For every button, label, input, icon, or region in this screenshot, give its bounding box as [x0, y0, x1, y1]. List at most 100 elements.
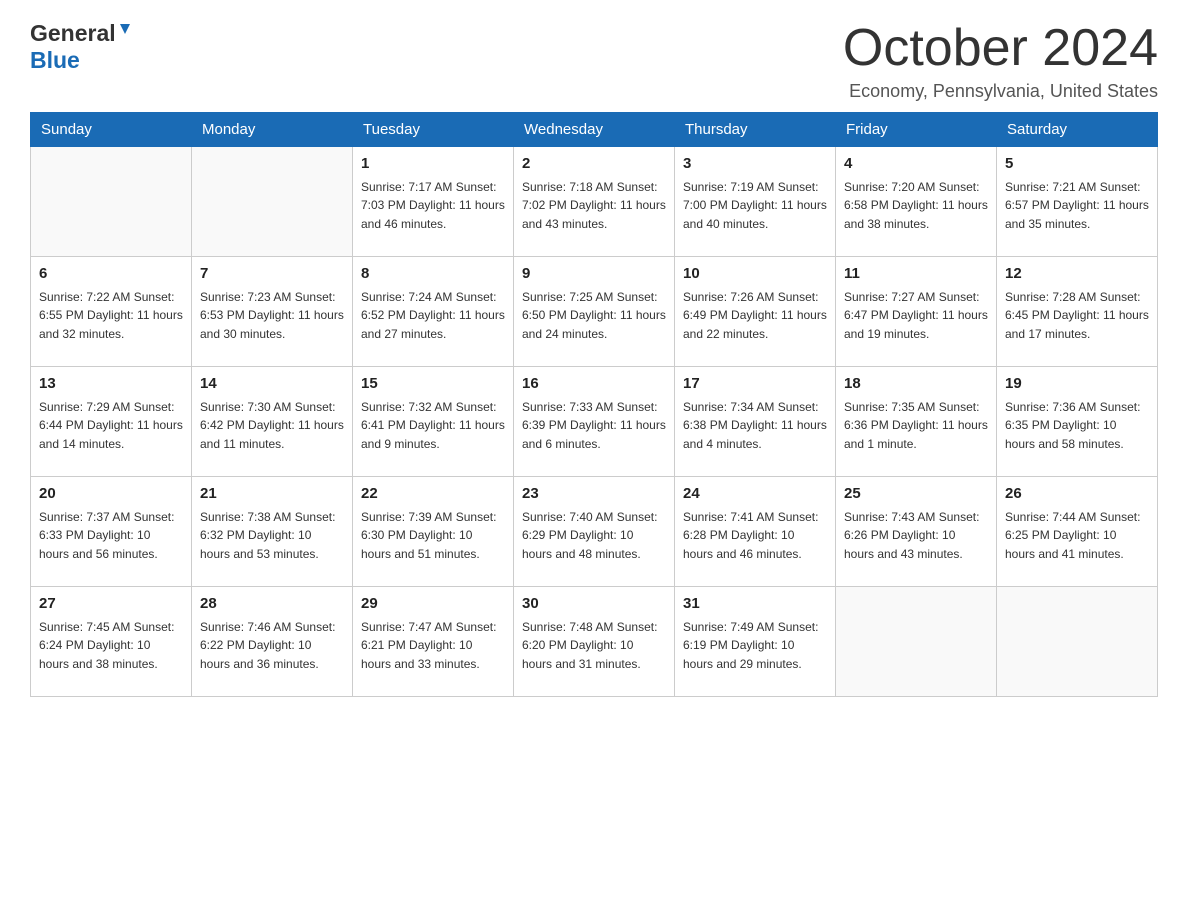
day-info: Sunrise: 7:40 AM Sunset: 6:29 PM Dayligh… — [522, 508, 666, 564]
week-row-2: 6Sunrise: 7:22 AM Sunset: 6:55 PM Daylig… — [31, 257, 1158, 367]
day-number: 7 — [200, 263, 344, 286]
col-thursday: Thursday — [675, 113, 836, 147]
logo-triangle-icon — [118, 22, 132, 41]
col-sunday: Sunday — [31, 113, 192, 147]
calendar-cell-2-2: 15Sunrise: 7:32 AM Sunset: 6:41 PM Dayli… — [353, 367, 514, 477]
day-number: 8 — [361, 263, 505, 286]
day-info: Sunrise: 7:26 AM Sunset: 6:49 PM Dayligh… — [683, 288, 827, 344]
day-info: Sunrise: 7:43 AM Sunset: 6:26 PM Dayligh… — [844, 508, 988, 564]
day-number: 9 — [522, 263, 666, 286]
day-info: Sunrise: 7:34 AM Sunset: 6:38 PM Dayligh… — [683, 398, 827, 454]
day-info: Sunrise: 7:19 AM Sunset: 7:00 PM Dayligh… — [683, 178, 827, 234]
day-info: Sunrise: 7:47 AM Sunset: 6:21 PM Dayligh… — [361, 618, 505, 674]
title-section: October 2024 Economy, Pennsylvania, Unit… — [843, 20, 1158, 102]
calendar-cell-4-5 — [836, 587, 997, 697]
calendar-cell-2-6: 19Sunrise: 7:36 AM Sunset: 6:35 PM Dayli… — [997, 367, 1158, 477]
calendar-cell-2-5: 18Sunrise: 7:35 AM Sunset: 6:36 PM Dayli… — [836, 367, 997, 477]
calendar-cell-1-3: 9Sunrise: 7:25 AM Sunset: 6:50 PM Daylig… — [514, 257, 675, 367]
day-number: 2 — [522, 153, 666, 176]
day-number: 31 — [683, 593, 827, 616]
day-info: Sunrise: 7:35 AM Sunset: 6:36 PM Dayligh… — [844, 398, 988, 454]
calendar-cell-3-2: 22Sunrise: 7:39 AM Sunset: 6:30 PM Dayli… — [353, 477, 514, 587]
day-number: 1 — [361, 153, 505, 176]
day-info: Sunrise: 7:48 AM Sunset: 6:20 PM Dayligh… — [522, 618, 666, 674]
day-number: 12 — [1005, 263, 1149, 286]
calendar-table: Sunday Monday Tuesday Wednesday Thursday… — [30, 112, 1158, 697]
calendar-cell-3-1: 21Sunrise: 7:38 AM Sunset: 6:32 PM Dayli… — [192, 477, 353, 587]
week-row-5: 27Sunrise: 7:45 AM Sunset: 6:24 PM Dayli… — [31, 587, 1158, 697]
calendar-cell-4-4: 31Sunrise: 7:49 AM Sunset: 6:19 PM Dayli… — [675, 587, 836, 697]
day-number: 18 — [844, 373, 988, 396]
day-info: Sunrise: 7:36 AM Sunset: 6:35 PM Dayligh… — [1005, 398, 1149, 454]
day-number: 3 — [683, 153, 827, 176]
day-info: Sunrise: 7:49 AM Sunset: 6:19 PM Dayligh… — [683, 618, 827, 674]
calendar-cell-2-0: 13Sunrise: 7:29 AM Sunset: 6:44 PM Dayli… — [31, 367, 192, 477]
month-title: October 2024 — [843, 20, 1158, 77]
day-number: 14 — [200, 373, 344, 396]
col-tuesday: Tuesday — [353, 113, 514, 147]
calendar-cell-1-1: 7Sunrise: 7:23 AM Sunset: 6:53 PM Daylig… — [192, 257, 353, 367]
calendar-cell-4-0: 27Sunrise: 7:45 AM Sunset: 6:24 PM Dayli… — [31, 587, 192, 697]
day-number: 17 — [683, 373, 827, 396]
day-number: 25 — [844, 483, 988, 506]
day-info: Sunrise: 7:20 AM Sunset: 6:58 PM Dayligh… — [844, 178, 988, 234]
col-saturday: Saturday — [997, 113, 1158, 147]
day-number: 5 — [1005, 153, 1149, 176]
calendar-cell-4-6 — [997, 587, 1158, 697]
day-number: 16 — [522, 373, 666, 396]
day-number: 28 — [200, 593, 344, 616]
day-number: 10 — [683, 263, 827, 286]
calendar-cell-3-4: 24Sunrise: 7:41 AM Sunset: 6:28 PM Dayli… — [675, 477, 836, 587]
calendar-cell-2-3: 16Sunrise: 7:33 AM Sunset: 6:39 PM Dayli… — [514, 367, 675, 477]
calendar-cell-2-1: 14Sunrise: 7:30 AM Sunset: 6:42 PM Dayli… — [192, 367, 353, 477]
calendar-cell-3-6: 26Sunrise: 7:44 AM Sunset: 6:25 PM Dayli… — [997, 477, 1158, 587]
calendar-cell-0-0 — [31, 147, 192, 257]
calendar-cell-1-2: 8Sunrise: 7:24 AM Sunset: 6:52 PM Daylig… — [353, 257, 514, 367]
day-number: 22 — [361, 483, 505, 506]
day-number: 15 — [361, 373, 505, 396]
day-info: Sunrise: 7:25 AM Sunset: 6:50 PM Dayligh… — [522, 288, 666, 344]
day-number: 11 — [844, 263, 988, 286]
calendar-cell-0-6: 5Sunrise: 7:21 AM Sunset: 6:57 PM Daylig… — [997, 147, 1158, 257]
calendar-header-row: Sunday Monday Tuesday Wednesday Thursday… — [31, 113, 1158, 147]
day-info: Sunrise: 7:21 AM Sunset: 6:57 PM Dayligh… — [1005, 178, 1149, 234]
day-info: Sunrise: 7:29 AM Sunset: 6:44 PM Dayligh… — [39, 398, 183, 454]
day-info: Sunrise: 7:46 AM Sunset: 6:22 PM Dayligh… — [200, 618, 344, 674]
calendar-cell-0-1 — [192, 147, 353, 257]
page-header: General Blue October 2024 Economy, Penns… — [30, 20, 1158, 102]
logo-general: General — [30, 20, 116, 47]
week-row-3: 13Sunrise: 7:29 AM Sunset: 6:44 PM Dayli… — [31, 367, 1158, 477]
calendar-cell-4-1: 28Sunrise: 7:46 AM Sunset: 6:22 PM Dayli… — [192, 587, 353, 697]
calendar-cell-1-5: 11Sunrise: 7:27 AM Sunset: 6:47 PM Dayli… — [836, 257, 997, 367]
day-number: 26 — [1005, 483, 1149, 506]
week-row-1: 1Sunrise: 7:17 AM Sunset: 7:03 PM Daylig… — [31, 147, 1158, 257]
day-number: 29 — [361, 593, 505, 616]
day-info: Sunrise: 7:27 AM Sunset: 6:47 PM Dayligh… — [844, 288, 988, 344]
col-wednesday: Wednesday — [514, 113, 675, 147]
calendar-cell-3-0: 20Sunrise: 7:37 AM Sunset: 6:33 PM Dayli… — [31, 477, 192, 587]
col-friday: Friday — [836, 113, 997, 147]
day-info: Sunrise: 7:23 AM Sunset: 6:53 PM Dayligh… — [200, 288, 344, 344]
day-info: Sunrise: 7:22 AM Sunset: 6:55 PM Dayligh… — [39, 288, 183, 344]
day-info: Sunrise: 7:18 AM Sunset: 7:02 PM Dayligh… — [522, 178, 666, 234]
calendar-cell-2-4: 17Sunrise: 7:34 AM Sunset: 6:38 PM Dayli… — [675, 367, 836, 477]
col-monday: Monday — [192, 113, 353, 147]
calendar-cell-3-3: 23Sunrise: 7:40 AM Sunset: 6:29 PM Dayli… — [514, 477, 675, 587]
day-number: 6 — [39, 263, 183, 286]
calendar-cell-1-6: 12Sunrise: 7:28 AM Sunset: 6:45 PM Dayli… — [997, 257, 1158, 367]
day-info: Sunrise: 7:39 AM Sunset: 6:30 PM Dayligh… — [361, 508, 505, 564]
day-number: 23 — [522, 483, 666, 506]
day-info: Sunrise: 7:28 AM Sunset: 6:45 PM Dayligh… — [1005, 288, 1149, 344]
day-number: 20 — [39, 483, 183, 506]
day-info: Sunrise: 7:37 AM Sunset: 6:33 PM Dayligh… — [39, 508, 183, 564]
day-info: Sunrise: 7:41 AM Sunset: 6:28 PM Dayligh… — [683, 508, 827, 564]
day-number: 4 — [844, 153, 988, 176]
day-info: Sunrise: 7:32 AM Sunset: 6:41 PM Dayligh… — [361, 398, 505, 454]
day-number: 21 — [200, 483, 344, 506]
day-info: Sunrise: 7:30 AM Sunset: 6:42 PM Dayligh… — [200, 398, 344, 454]
day-info: Sunrise: 7:44 AM Sunset: 6:25 PM Dayligh… — [1005, 508, 1149, 564]
logo: General Blue — [30, 20, 132, 74]
week-row-4: 20Sunrise: 7:37 AM Sunset: 6:33 PM Dayli… — [31, 477, 1158, 587]
day-info: Sunrise: 7:38 AM Sunset: 6:32 PM Dayligh… — [200, 508, 344, 564]
logo-blue: Blue — [30, 47, 80, 73]
